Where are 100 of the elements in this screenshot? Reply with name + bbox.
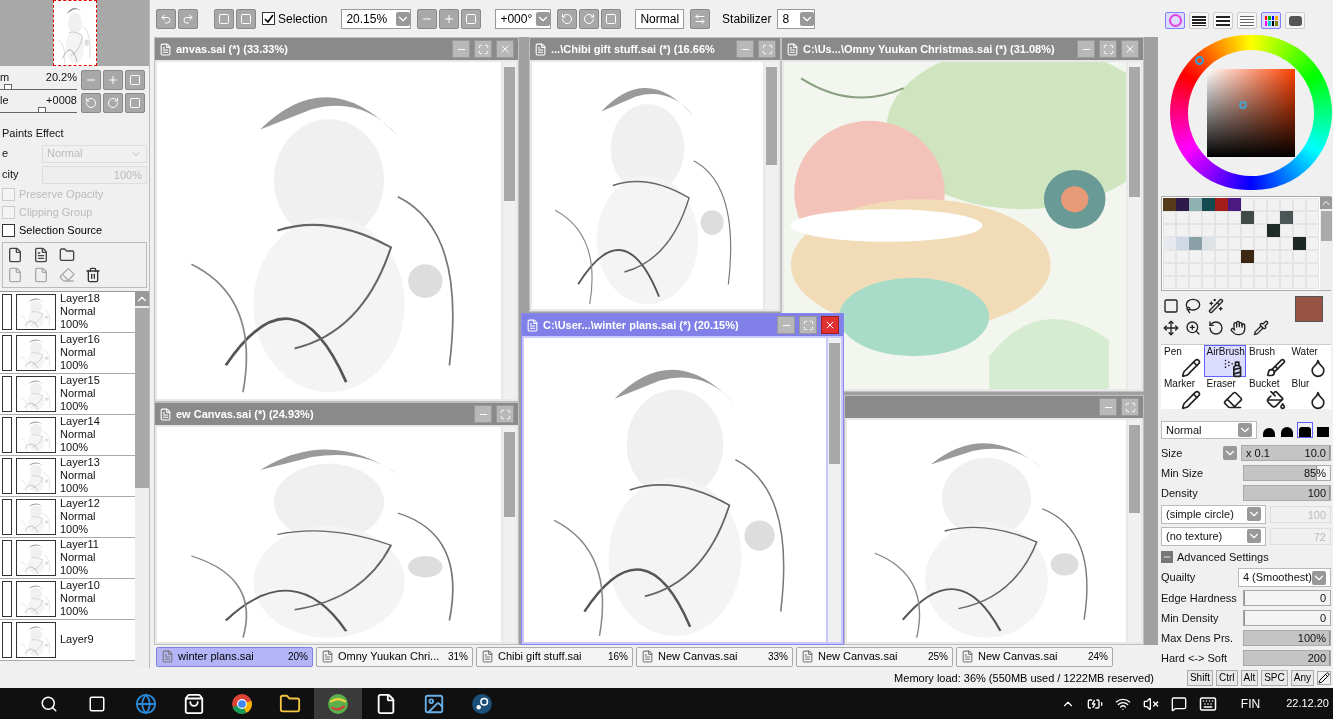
layer-opacity: 100% — [60, 318, 90, 331]
layer-name: Layer10 — [60, 579, 100, 592]
document-tab[interactable]: New Canvas.sai 24% — [956, 646, 1113, 667]
window-title: ew Canvas.sai (*) (24.93%) — [176, 406, 315, 422]
layer-blend: Normal — [60, 346, 97, 359]
slider-track[interactable]: 85% — [1243, 465, 1331, 481]
slider-value: 200 — [1307, 650, 1326, 666]
layer-item[interactable]: Layer11 Normal 100% — [0, 537, 135, 579]
layer-opacity: 100% — [60, 441, 90, 454]
layer-item[interactable]: Layer12 Normal 100% — [0, 496, 135, 538]
layer-item[interactable]: Layer13 Normal 100% — [0, 455, 135, 497]
slider-track[interactable]: 200 — [1243, 650, 1331, 666]
document-tab[interactable]: Omny Yuukan Chri... 31% — [316, 646, 473, 667]
slider-value: +0008 — [46, 93, 77, 107]
brush-tool[interactable]: AirBrush — [1203, 345, 1246, 377]
slider-prefix: x 0.1 — [1245, 445, 1270, 461]
section-title: Paints Effect — [2, 126, 65, 141]
field-label: city — [2, 167, 20, 183]
document-tab[interactable]: Chibi gift stuff.sai 16% — [476, 646, 633, 667]
document-tab[interactable]: New Canvas.sai 33% — [636, 646, 793, 667]
layer-name: Layer16 — [60, 333, 100, 346]
slider-track[interactable]: x 0.1 10.0 — [1241, 445, 1331, 461]
layer-name: Layer12 — [60, 497, 100, 510]
layer-blend: Normal — [60, 305, 97, 318]
layer-item[interactable]: Layer14 Normal 100% — [0, 414, 135, 456]
slider-value: 20.2% — [45, 70, 77, 84]
setting-label: Density — [1161, 485, 1199, 501]
layer-blend: Normal — [60, 469, 97, 482]
slider-label: le — [0, 93, 9, 107]
memory-status: Memory load: 36% (550MB used / 1222MB reserved) — [894, 670, 1154, 686]
slider-value: 0 — [1319, 590, 1326, 606]
layer-name: Layer13 — [60, 456, 100, 469]
layer-name: Layer11 — [60, 538, 99, 551]
setting-label: Quailty — [1161, 570, 1197, 586]
slider-value: 0 — [1319, 610, 1326, 626]
slider-track[interactable]: 100 — [1243, 485, 1331, 501]
slider-value: 10.0 — [1304, 445, 1326, 461]
layer-item[interactable]: Layer15 Normal 100% — [0, 373, 135, 415]
slider-value: 100% — [1297, 630, 1326, 646]
brush-tool[interactable]: Brush — [1246, 345, 1289, 377]
layer-opacity: 100% — [60, 564, 90, 577]
layer-blend: Normal — [60, 510, 97, 523]
setting-label: Edge Hardness — [1161, 590, 1238, 606]
layer-item[interactable]: Layer18 Normal 100% — [0, 291, 135, 333]
slider-track[interactable]: 100% — [1243, 630, 1331, 646]
brush-tool[interactable]: Blur — [1288, 377, 1331, 409]
brush-dropdown[interactable]: (simple circle) — [1161, 504, 1266, 524]
brush-tool[interactable]: Bucket — [1246, 377, 1289, 409]
brush-tool[interactable]: Pen — [1161, 345, 1204, 377]
brush-tool[interactable]: Marker — [1161, 377, 1204, 409]
slider-value: 85% — [1303, 465, 1326, 481]
window-title: anvas.sai (*) (33.33%) — [176, 41, 289, 57]
layer-opacity: 100% — [60, 605, 90, 618]
date: 22.12.20 — [1286, 696, 1329, 711]
slider-track[interactable]: 0 — [1243, 590, 1331, 606]
slider-label: m — [0, 70, 10, 84]
setting-label: Min Size — [1161, 465, 1205, 481]
window-title: ...\Chibi gift stuff.sai (*) (16.66% — [551, 41, 716, 57]
layer-item[interactable]: Layer16 Normal 100% — [0, 332, 135, 374]
checkbox-label: Selection — [278, 10, 328, 28]
layer-opacity: 100% — [60, 400, 90, 413]
layer-name: Layer14 — [60, 415, 100, 428]
window-title: C:\User...\winter plans.sai (*) (20.15%) — [543, 317, 740, 333]
section-title: Advanced Settings — [1177, 549, 1269, 565]
window-title: C:\Us...\Omny Yuukan Christmas.sai (*) (31.08%) — [803, 41, 1056, 57]
modifier-key: Any — [1290, 670, 1314, 686]
setting-label: Hard <-> Soft — [1161, 650, 1229, 666]
slider-track[interactable]: 0 — [1243, 610, 1331, 626]
modifier-key: Ctrl — [1215, 670, 1238, 686]
layer-item[interactable]: Layer9 — [0, 619, 135, 661]
brush-tool[interactable]: Water — [1288, 345, 1331, 377]
document-tab[interactable]: winter plans.sai 20% — [156, 646, 313, 667]
stabilizer-dropdown[interactable]: 8 — [777, 8, 816, 29]
setting-label: Max Dens Prs. — [1161, 630, 1235, 646]
setting-label: Min Density — [1161, 610, 1220, 626]
layer-blend: Normal — [60, 551, 97, 564]
layer-blend: Normal — [60, 428, 97, 441]
layer-blend: Normal — [60, 387, 97, 400]
angle-dropdown[interactable]: +000° — [495, 8, 552, 29]
quality-dropdown[interactable]: 4 (Smoothest) — [1237, 568, 1331, 587]
modifier-key: Shift — [1186, 670, 1213, 686]
layer-name: Layer18 — [60, 292, 100, 305]
blend-dropdown[interactable]: Normal — [1161, 421, 1257, 439]
layer-item[interactable]: Layer10 Normal 100% — [0, 578, 135, 620]
modifier-key: Alt — [1240, 670, 1259, 686]
brush-tool[interactable]: Eraser — [1203, 377, 1246, 409]
layer-name: Layer9 — [60, 633, 94, 646]
layer-opacity: 100% — [60, 482, 90, 495]
brush-dropdown[interactable]: (no texture) — [1161, 526, 1266, 546]
layer-opacity: 100% — [60, 359, 90, 372]
stabilizer-label: Stabilizer — [722, 10, 772, 28]
mode-button[interactable]: Normal — [635, 8, 685, 29]
slider-value: 100 — [1307, 485, 1326, 501]
document-tab[interactable]: New Canvas.sai 25% — [796, 646, 953, 667]
checkbox-label: Selection Source — [19, 222, 103, 238]
zoom-dropdown[interactable]: 20.15% — [341, 8, 412, 29]
modifier-key: SPC — [1261, 670, 1288, 686]
layer-name: Layer15 — [60, 374, 100, 387]
language-indicator[interactable]: FIN — [1240, 694, 1261, 713]
setting-label: Size — [1161, 445, 1184, 461]
